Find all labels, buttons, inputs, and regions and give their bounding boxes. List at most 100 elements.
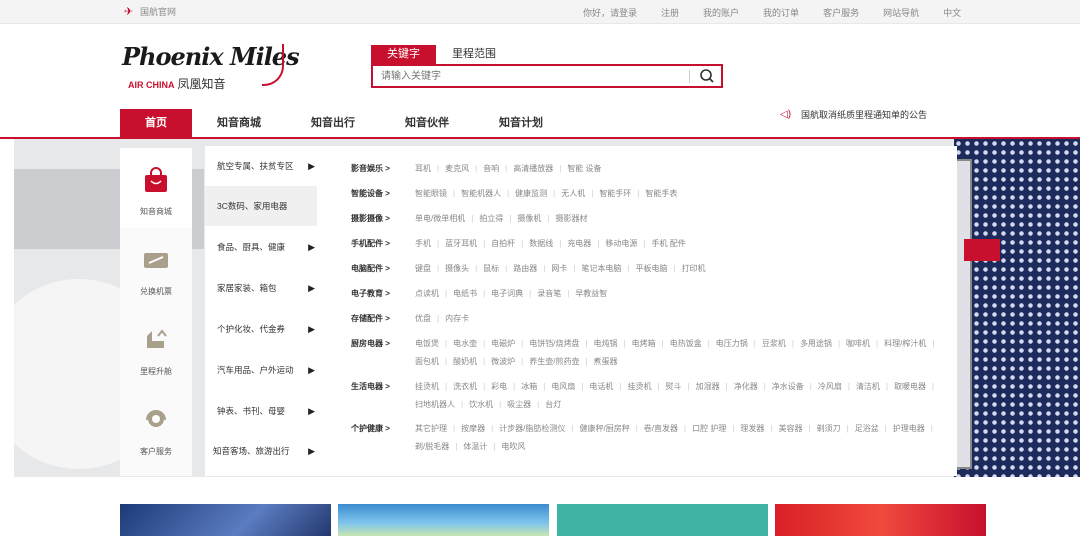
subcategory-link[interactable]: 清洁机 xyxy=(856,378,888,396)
subcategory-link[interactable]: 电水壶 xyxy=(453,335,485,353)
subcategory-link[interactable]: 手机 xyxy=(415,235,439,253)
category-item[interactable]: 钟表、书刊、母婴 ▶ xyxy=(205,391,317,431)
subcategory-link[interactable]: 加湿器 xyxy=(696,378,728,396)
subcategory-head[interactable]: 摄影摄像 > xyxy=(351,213,403,225)
subcategory-head[interactable]: 电子教育 > xyxy=(351,288,403,300)
subcategory-link[interactable]: 蓝牙耳机 xyxy=(445,235,485,253)
left-item-upgrade[interactable]: 里程升舱 xyxy=(120,308,192,388)
subcategory-link[interactable]: 饮水机 xyxy=(469,396,501,414)
subcategory-link[interactable]: 熨斗 xyxy=(666,378,690,396)
subcategory-link[interactable]: 手机 配件 xyxy=(651,235,691,253)
subcategory-link[interactable]: 足浴盆 xyxy=(855,420,887,438)
subcategory-head[interactable]: 智能设备 > xyxy=(351,188,403,200)
category-item[interactable]: 知音客场、旅游出行 ▶ xyxy=(205,431,317,471)
customer-service-link[interactable]: 客户服务 xyxy=(823,6,859,19)
category-item[interactable]: 食品、厨具、健康 ▶ xyxy=(205,227,317,267)
subcategory-link[interactable]: 剃/脱毛器 xyxy=(415,438,457,456)
subcategory-link[interactable]: 耳机 xyxy=(415,160,439,178)
subcategory-link[interactable]: 计步器/脂肪检测仪 xyxy=(499,420,573,438)
subcategory-link[interactable]: 挂烫机 xyxy=(627,378,659,396)
subcategory-link[interactable]: 智能手环 xyxy=(599,185,639,203)
subcategory-link[interactable]: 移动电源 xyxy=(605,235,645,253)
site-nav-link[interactable]: 网站导航 xyxy=(883,6,919,19)
subcategory-link[interactable]: 其它护理 xyxy=(415,420,455,438)
subcategory-link[interactable]: 取暖电器 xyxy=(894,378,934,396)
promo-thumb-4[interactable] xyxy=(775,504,986,536)
subcategory-head[interactable]: 电脑配件 > xyxy=(351,263,403,275)
subcategory-link[interactable]: 养生壶/煎药壶 xyxy=(529,353,587,371)
search-button[interactable] xyxy=(695,68,719,84)
subcategory-link[interactable]: 理发器 xyxy=(740,420,772,438)
subcategory-link[interactable]: 洗衣机 xyxy=(453,378,485,396)
my-account-link[interactable]: 我的账户 xyxy=(703,6,739,19)
subcategory-link[interactable]: 卷/直发器 xyxy=(644,420,686,438)
category-item[interactable]: 家居家装、箱包 ▶ xyxy=(205,268,317,308)
subcategory-link[interactable]: 挂烫机 xyxy=(415,378,447,396)
subcategory-link[interactable]: 护理电器 xyxy=(893,420,933,438)
category-item[interactable]: 个护化妆、代金券 ▶ xyxy=(205,309,317,349)
subcategory-link[interactable]: 净水设备 xyxy=(772,378,812,396)
category-item[interactable]: 航空专属、扶贫专区 ▶ xyxy=(205,146,317,186)
subcategory-link[interactable]: 按摩器 xyxy=(461,420,493,438)
promo-thumb-3[interactable] xyxy=(557,504,768,536)
login-link[interactable]: 你好，请登录 xyxy=(583,6,637,19)
subcategory-head[interactable]: 生活电器 > xyxy=(351,381,403,393)
subcategory-link[interactable]: 自拍杆 xyxy=(491,235,523,253)
left-item-redeem-ticket[interactable]: 兑换机票 xyxy=(120,228,192,308)
subcategory-link[interactable]: 网卡 xyxy=(551,260,575,278)
subcategory-link[interactable]: 摄像头 xyxy=(445,260,477,278)
subcategory-head[interactable]: 厨房电器 > xyxy=(351,338,403,350)
subcategory-link[interactable]: 电风扇 xyxy=(551,378,583,396)
left-item-mall[interactable]: 知音商城 xyxy=(120,148,192,228)
subcategory-link[interactable]: 电磁炉 xyxy=(491,335,523,353)
subcategory-link[interactable]: 面包机 xyxy=(415,353,447,371)
language-link[interactable]: 中文 xyxy=(943,6,961,19)
subcategory-link[interactable]: 智能眼镜 xyxy=(415,185,455,203)
nav-mall[interactable]: 知音商城 xyxy=(205,109,273,137)
subcategory-link[interactable]: 麦克风 xyxy=(445,160,477,178)
subcategory-link[interactable]: 健康秤/厨房秤 xyxy=(579,420,637,438)
subcategory-link[interactable]: 口腔 护理 xyxy=(692,420,734,438)
subcategory-link[interactable]: 电吹风 xyxy=(501,438,531,456)
subcategory-link[interactable]: 电热饭盒 xyxy=(670,335,710,353)
subcategory-link[interactable]: 平板电脑 xyxy=(635,260,675,278)
left-item-service[interactable]: 客户服务 xyxy=(120,388,192,468)
subcategory-link[interactable]: 冷风扇 xyxy=(818,378,850,396)
subcategory-link[interactable]: 智能机器人 xyxy=(461,185,509,203)
subcategory-head[interactable]: 手机配件 > xyxy=(351,238,403,250)
subcategory-link[interactable]: 电烤箱 xyxy=(632,335,664,353)
subcategory-link[interactable]: 煮蛋器 xyxy=(594,353,624,371)
search-input[interactable] xyxy=(381,68,681,84)
home-link[interactable]: ✈ 国航官网 xyxy=(124,5,176,18)
subcategory-link[interactable]: 电子词典 xyxy=(491,285,531,303)
subcategory-head[interactable]: 影音娱乐 > xyxy=(351,163,403,175)
subcategory-link[interactable]: 智能手表 xyxy=(645,185,683,203)
subcategory-link[interactable]: 智能 设备 xyxy=(567,160,607,178)
subcategory-link[interactable]: 充电器 xyxy=(567,235,599,253)
subcategory-link[interactable]: 早教益智 xyxy=(575,285,613,303)
subcategory-link[interactable]: 咖啡机 xyxy=(846,335,878,353)
tab-mileage-range[interactable]: 里程范围 xyxy=(436,45,512,64)
my-orders-link[interactable]: 我的订单 xyxy=(763,6,799,19)
subcategory-link[interactable]: 健康监测 xyxy=(515,185,555,203)
subcategory-link[interactable]: 多用途锅 xyxy=(800,335,840,353)
notice-bar[interactable]: ◁) 国航取消纸质里程通知单的公告 xyxy=(780,109,927,121)
subcategory-link[interactable]: 路由器 xyxy=(513,260,545,278)
subcategory-link[interactable]: 音响 xyxy=(483,160,507,178)
nav-travel[interactable]: 知音出行 xyxy=(299,109,367,137)
subcategory-link[interactable]: 笔记本电脑 xyxy=(581,260,629,278)
promo-thumb-2[interactable] xyxy=(338,504,549,536)
subcategory-link[interactable]: 电饼铛/烧烤盘 xyxy=(529,335,587,353)
subcategory-link[interactable]: 点读机 xyxy=(415,285,447,303)
subcategory-link[interactable]: 电纸书 xyxy=(453,285,485,303)
subcategory-link[interactable]: 打印机 xyxy=(682,260,712,278)
subcategory-link[interactable]: 无人机 xyxy=(561,185,593,203)
subcategory-link[interactable]: 冰箱 xyxy=(521,378,545,396)
nav-partners[interactable]: 知音伙伴 xyxy=(393,109,461,137)
subcategory-link[interactable]: 台灯 xyxy=(545,396,567,414)
subcategory-link[interactable]: 美容器 xyxy=(778,420,810,438)
subcategory-link[interactable]: 扫地机器人 xyxy=(415,396,463,414)
subcategory-link[interactable]: 彩电 xyxy=(491,378,515,396)
subcategory-link[interactable]: 吸尘器 xyxy=(507,396,539,414)
subcategory-link[interactable]: 豆浆机 xyxy=(762,335,794,353)
